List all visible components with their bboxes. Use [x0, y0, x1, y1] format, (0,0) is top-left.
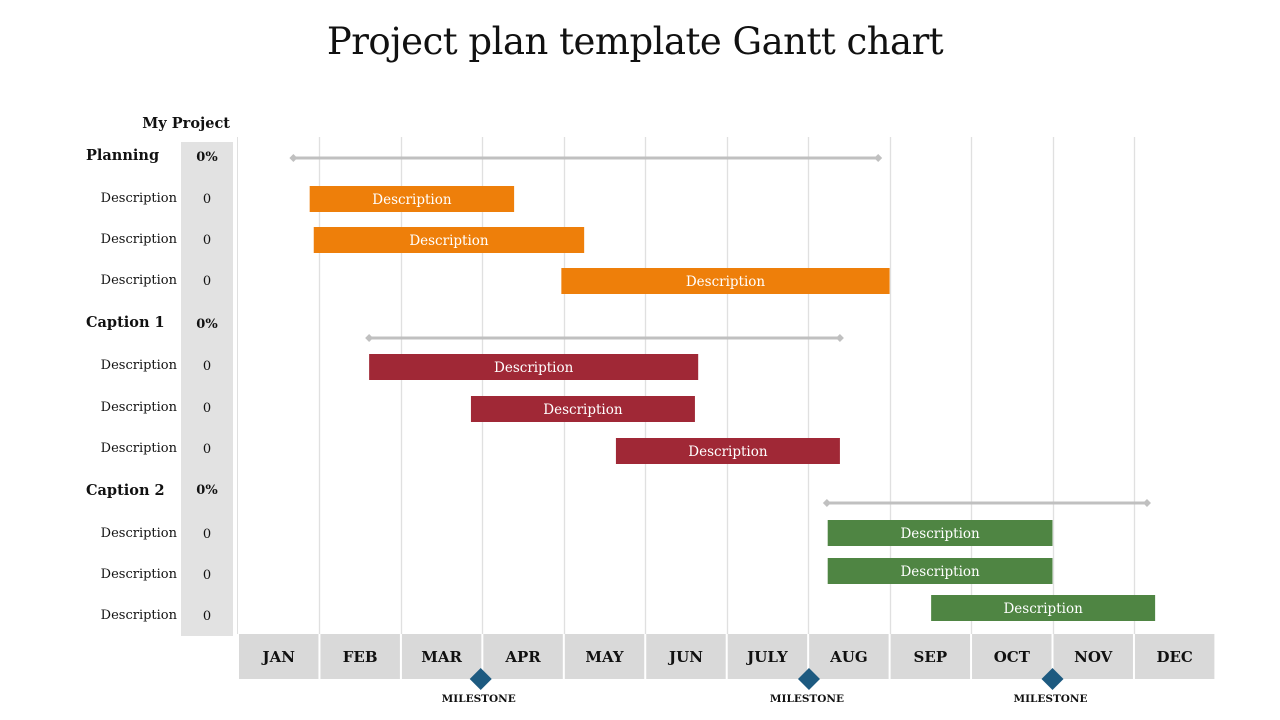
month-label: DEC [1156, 648, 1192, 666]
task-bar-label: Description [409, 233, 489, 249]
summary-end-marker [835, 334, 844, 342]
month-label: NOV [1074, 648, 1113, 666]
task-bar-label: Description [543, 402, 623, 418]
summary-end-marker [874, 154, 883, 162]
milestone-label: MILESTONE [1013, 693, 1087, 705]
task-bar-label: Description [1003, 601, 1083, 617]
month-label: JUN [667, 648, 703, 666]
gantt-chart: Description Description Description Descrip… [237, 137, 1215, 705]
task-bar-label: Description [900, 564, 980, 580]
summary-start-marker [289, 154, 298, 162]
month-label: MAY [585, 648, 623, 666]
month-label: JAN [260, 648, 295, 666]
summary-start-marker [822, 499, 831, 507]
milestone-label: MILESTONE [770, 693, 844, 705]
month-label: SEP [914, 648, 948, 666]
task-bar-label: Description [686, 274, 766, 290]
month-label: MAR [421, 648, 462, 666]
task-bar-label: Description [900, 526, 980, 542]
summary-end-marker [1142, 499, 1151, 507]
milestone-label: MILESTONE [442, 693, 516, 705]
task-bar-label: Description [372, 192, 452, 208]
month-label: APR [504, 648, 541, 666]
summary-start-marker [365, 334, 374, 342]
month-label: JULY [745, 648, 788, 666]
month-label: AUG [829, 648, 868, 666]
task-bar-label: Description [494, 360, 574, 376]
task-bar-label: Description [688, 444, 768, 460]
month-label: FEB [343, 648, 378, 666]
month-label: OCT [994, 648, 1031, 666]
